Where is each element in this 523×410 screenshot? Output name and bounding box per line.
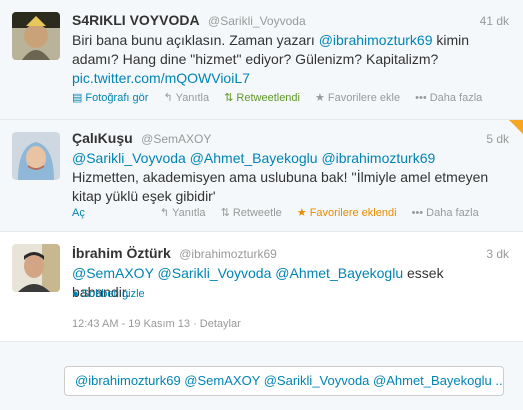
retweet-label: Retweetle [232, 207, 282, 219]
tweet-timestamp[interactable]: 3 dk [486, 247, 509, 261]
more-label: Daha fazla [429, 92, 483, 104]
reply-arrow-icon: ↰ [159, 207, 170, 219]
reply-input[interactable]: @ibrahimozturk69 @SemAXOY @Sarikli_Voyvo… [64, 366, 504, 396]
media-link[interactable]: pic.twitter.com/mQOWVioiL7 [72, 70, 250, 86]
speech-bubble-icon: ● [72, 288, 79, 300]
tweet-actions: ● Sohbeti gizle [72, 288, 513, 300]
avatar[interactable] [12, 12, 60, 60]
more-button[interactable]: ••• Daha fazla [415, 92, 482, 104]
reply-area: @ibrahimozturk69 @SemAXOY @Sarikli_Voyvo… [0, 342, 523, 410]
tweet-text-part: Biri bana bunu açıklasın. Zaman yazarı [72, 32, 319, 48]
hide-conversation-label: Sohbeti gizle [81, 288, 145, 300]
star-icon: ★ [315, 92, 325, 104]
reply-button[interactable]: ↰ Yanıtla [160, 206, 206, 219]
view-photo-button[interactable]: ▤ Fotoğrafı gör [72, 91, 148, 104]
tweet-actions: ▤ Fotoğrafı gör ↰ Yanıtla ⇅ Retweetlendi ★ F… [72, 91, 513, 104]
tweet-3[interactable]: İbrahim Öztürk @ibrahimozturk69 3 dk @Se… [0, 232, 523, 342]
favorite-button[interactable]: ★ Favorilere eklendi [297, 206, 397, 219]
hide-conversation-button[interactable]: ● Sohbeti gizle [72, 288, 145, 300]
reply-arrow-icon: ↰ [163, 92, 173, 104]
retweet-icon: ⇅ [224, 92, 234, 104]
tweet-author-name[interactable]: ÇalıKuşu [72, 130, 133, 146]
favorite-label: Favorilere eklendi [309, 207, 397, 219]
tweet-author-name[interactable]: İbrahim Öztürk [72, 245, 171, 261]
reply-label: Yanıtla [175, 92, 210, 104]
favorite-button[interactable]: ★ Favorilere ekle [315, 91, 400, 104]
mention-link[interactable]: @Sarikli_Voyvoda [72, 150, 186, 166]
reply-label: Yanıtla [172, 207, 206, 219]
more-dots-icon: ••• [411, 207, 424, 219]
tweet-author-username[interactable]: @Sarikli_Voyvoda [208, 14, 306, 28]
retweet-button[interactable]: ⇅ Retweetle [221, 206, 282, 219]
tweet-text-part: Hizmetten, akademisyen ama uslubuna bak!… [72, 169, 489, 204]
favorite-label: Favorilere ekle [327, 92, 401, 104]
mention-link[interactable]: @Ahmet_Bayekoglu [190, 150, 318, 166]
view-photo-label: Fotoğrafı gör [85, 92, 149, 104]
mention-link[interactable]: @SemAXOY [72, 265, 154, 281]
expand-button[interactable]: Aç [72, 207, 85, 219]
tweet-2[interactable]: ÇalıKuşu @SemAXOY 5 dk @Sarikli_Voyvoda … [0, 120, 523, 232]
retweet-label: Retweetlendi [236, 92, 300, 104]
more-button[interactable]: ••• Daha fazla [412, 207, 479, 219]
avatar[interactable] [12, 244, 60, 292]
tweet-author-username[interactable]: @SemAXOY [141, 132, 211, 146]
tweet-timestamp[interactable]: 5 dk [486, 132, 509, 146]
star-icon: ★ [296, 207, 307, 219]
tweet-details-meta[interactable]: 12:43 AM - 19 Kasım 13 · Detaylar [72, 318, 241, 330]
tweet-text: Biri bana bunu açıklasın. Zaman yazarı @… [72, 31, 502, 88]
tweet-timestamp[interactable]: 41 dk [480, 14, 509, 28]
reply-button[interactable]: ↰ Yanıtla [163, 91, 209, 104]
retweet-icon: ⇅ [220, 207, 230, 219]
mention-link[interactable]: @Sarikli_Voyvoda [158, 265, 272, 281]
more-dots-icon: ••• [415, 92, 427, 104]
tweet-author-name[interactable]: S4RIKLI VOYVODA [72, 12, 200, 28]
tweet-author-username[interactable]: @ibrahimozturk69 [179, 247, 277, 261]
photo-icon: ▤ [72, 92, 83, 104]
mention-link[interactable]: @ibrahimozturk69 [319, 32, 433, 48]
favorited-corner-badge [509, 120, 523, 134]
avatar[interactable] [12, 132, 60, 180]
retweet-button[interactable]: ⇅ Retweetlendi [224, 91, 300, 104]
more-label: Daha fazla [426, 207, 479, 219]
mention-link[interactable]: @Ahmet_Bayekoglu [275, 265, 403, 281]
mention-link[interactable]: @ibrahimozturk69 [321, 150, 435, 166]
tweet-actions: Aç ↰ Yanıtla ⇅ Retweetle ★ Favorilere eklen… [72, 206, 513, 219]
tweet-1[interactable]: S4RIKLI VOYVODA @Sarikli_Voyvoda 41 dk B… [0, 0, 523, 120]
tweet-text: @Sarikli_Voyvoda @Ahmet_Bayekoglu @ibrah… [72, 149, 502, 206]
